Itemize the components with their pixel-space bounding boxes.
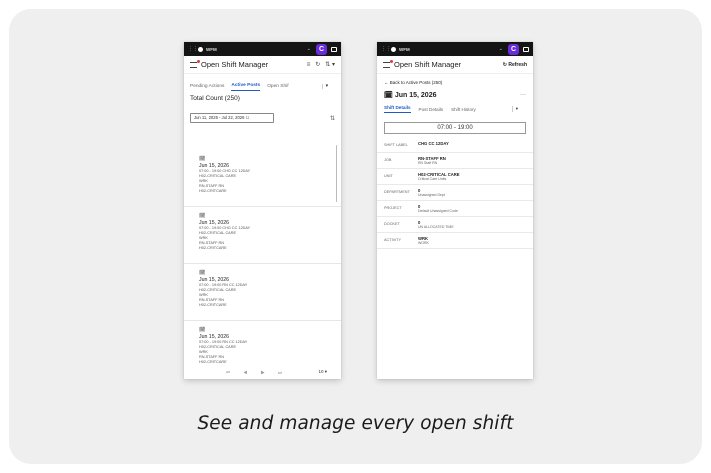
calendar-icon[interactable]: ☐ [246,115,250,120]
detail-date: 🗓 Jun 15, 2026 [384,91,436,99]
refresh-button[interactable]: ↻ Refresh [503,62,527,68]
sort-icon[interactable]: ⇅ ▾ [325,61,335,68]
detail-row: DEPARTMENT 0 Unassigned Dept [377,185,533,201]
row-key: DEPARTMENT [384,190,410,194]
app-header: Open Shift Manager ↻ Refresh [377,56,533,74]
page-title: Open Shift Manager [201,60,269,69]
date-row: Jun 11, 2026 - Jul 22, 2026 ☐ ⇅ [184,113,341,123]
chevron-down-icon[interactable]: ⌄ [499,46,503,52]
list-item[interactable]: 🗓 Jun 15, 2026 07:00 - 19:00 CHG CC 12DA… [184,150,341,207]
item-line: H02-CRITCARE [199,303,227,307]
calendar-icon: 🗓 [199,213,206,219]
calendar-icon: 🗓 [199,270,206,276]
list-item[interactable]: 🗓 Jun 15, 2026 07:00 - 19:00 RN CC 12DAY… [184,264,341,321]
item-line: H02-CRITCARE [199,246,227,250]
refresh-icon: ↻ [502,61,507,68]
shift-time: 07:00 - 19:00 [384,122,526,134]
sort-filter-icon[interactable]: ⇅ [330,115,335,122]
top-bar: ⋮⋮ WFM ⌄ C [377,42,533,56]
row-sub: WORK [418,241,429,245]
row-sub: Unassigned Dept [418,193,445,197]
pagination-nav-icons[interactable]: ⏮ ◀ ▶ ⏭ [226,370,288,375]
app-header: Open Shift Manager ≡ ↻ ⇅ ▾ [184,56,341,74]
chevron-down-icon[interactable]: ⌄ [307,46,311,52]
tabs-more-icon[interactable]: ▾ [321,84,328,89]
account-icon[interactable] [198,46,203,52]
row-key: DOCKET [384,222,400,226]
grid-icon[interactable]: ⋮⋮ [381,46,391,52]
row-sub: Default Unassigned Code [418,209,458,213]
detail-header: 🗓 Jun 15, 2026 ··· [377,91,533,99]
detail-date-text: Jun 15, 2026 [394,92,437,99]
phone-shift-details: ⋮⋮ WFM ⌄ C Open Shift Manager ↻ Refresh … [377,42,533,379]
tab-post-details[interactable]: Post Details [419,107,444,112]
more-options-icon[interactable]: ··· [520,92,526,98]
tab-open-shifts[interactable]: Open Shif [267,84,288,89]
menu-icon[interactable] [383,59,393,68]
row-value: CHG CC 12DAY [418,141,449,146]
tab-pending-actions[interactable]: Pending Actions [190,84,224,89]
detail-row: SHIFT LABEL CHG CC 12DAY [377,138,533,153]
tab-bar: Pending Actions Active Posts Open Shif ▾ [184,80,341,93]
brand-logo-icon: C [316,43,327,55]
detail-row: ACTIVITY WRK WORK [377,233,533,249]
list-item[interactable]: 🗓 Jun 15, 2026 07:00 - 19:00 CHG CC 12DA… [184,207,341,264]
row-sub: RN Staff RN [418,161,438,165]
menu-icon[interactable] [190,59,200,68]
app-name: WFM [399,46,410,52]
page-size-select[interactable]: 10 ▾ [318,369,327,375]
window-icon[interactable] [331,46,337,52]
tabs-more-icon[interactable]: ▾ [511,106,518,112]
back-link[interactable]: ← Back to Active Posts (250) [377,80,533,85]
filter-icon[interactable]: ≡ [307,62,311,68]
row-key: PROJECT [384,206,402,210]
account-icon[interactable] [391,46,396,52]
row-sub: UN ALLOCATED TIME [418,225,454,229]
date-range-input[interactable]: Jun 11, 2026 - Jul 22, 2026 ☐ [190,113,274,123]
row-key: UNIT [384,174,393,178]
pagination: ⏮ ◀ ▶ ⏭ 10 ▾ [184,365,341,379]
posts-list: 🗓 Jun 15, 2026 07:00 - 19:00 CHG CC 12DA… [184,150,341,379]
tab-active-posts[interactable]: Active Posts [231,83,261,91]
total-count: Total Count (250) [190,95,240,102]
detail-row: PROJECT 0 Default Unassigned Code [377,201,533,217]
calendar-icon: 🗓 [384,92,393,99]
row-sub: Critical Care Units [418,177,447,181]
calendar-icon: 🗓 [199,156,206,162]
background-card [9,9,702,464]
top-bar: ⋮⋮ WFM ⌄ C [184,42,341,56]
detail-row: UNIT H02-CRITICAL CARE Critical Care Units [377,169,533,185]
refresh-icon[interactable]: ↻ [315,61,320,68]
detail-row: DOCKET 0 UN ALLOCATED TIME [377,217,533,233]
detail-tab-bar: Shift Details Post Details Shift History… [377,104,533,114]
row-key: ACTIVITY [384,238,402,242]
window-icon[interactable] [523,46,529,52]
phone-active-posts: ⋮⋮ WFM ⌄ C Open Shift Manager ≡ ↻ ⇅ ▾ Pe… [184,42,341,379]
tab-shift-details[interactable]: Shift Details [384,105,411,113]
item-line: H02-CRITCARE [199,189,227,193]
calendar-icon: 🗓 [199,327,206,333]
row-key: SHIFT LABEL [384,143,408,147]
tab-shift-history[interactable]: Shift History [451,107,476,112]
refresh-label: Refresh [508,61,527,68]
caption: See and manage every open shift [197,413,514,434]
date-range-value: Jun 11, 2026 - Jul 22, 2026 [194,115,245,120]
grid-icon[interactable]: ⋮⋮ [188,46,198,52]
app-name: WFM [206,46,217,52]
row-key: JOB [384,158,392,162]
page-title: Open Shift Manager [394,60,462,69]
detail-row: JOB RN-STAFF RN RN Staff RN [377,153,533,169]
brand-logo-icon: C [508,43,519,55]
